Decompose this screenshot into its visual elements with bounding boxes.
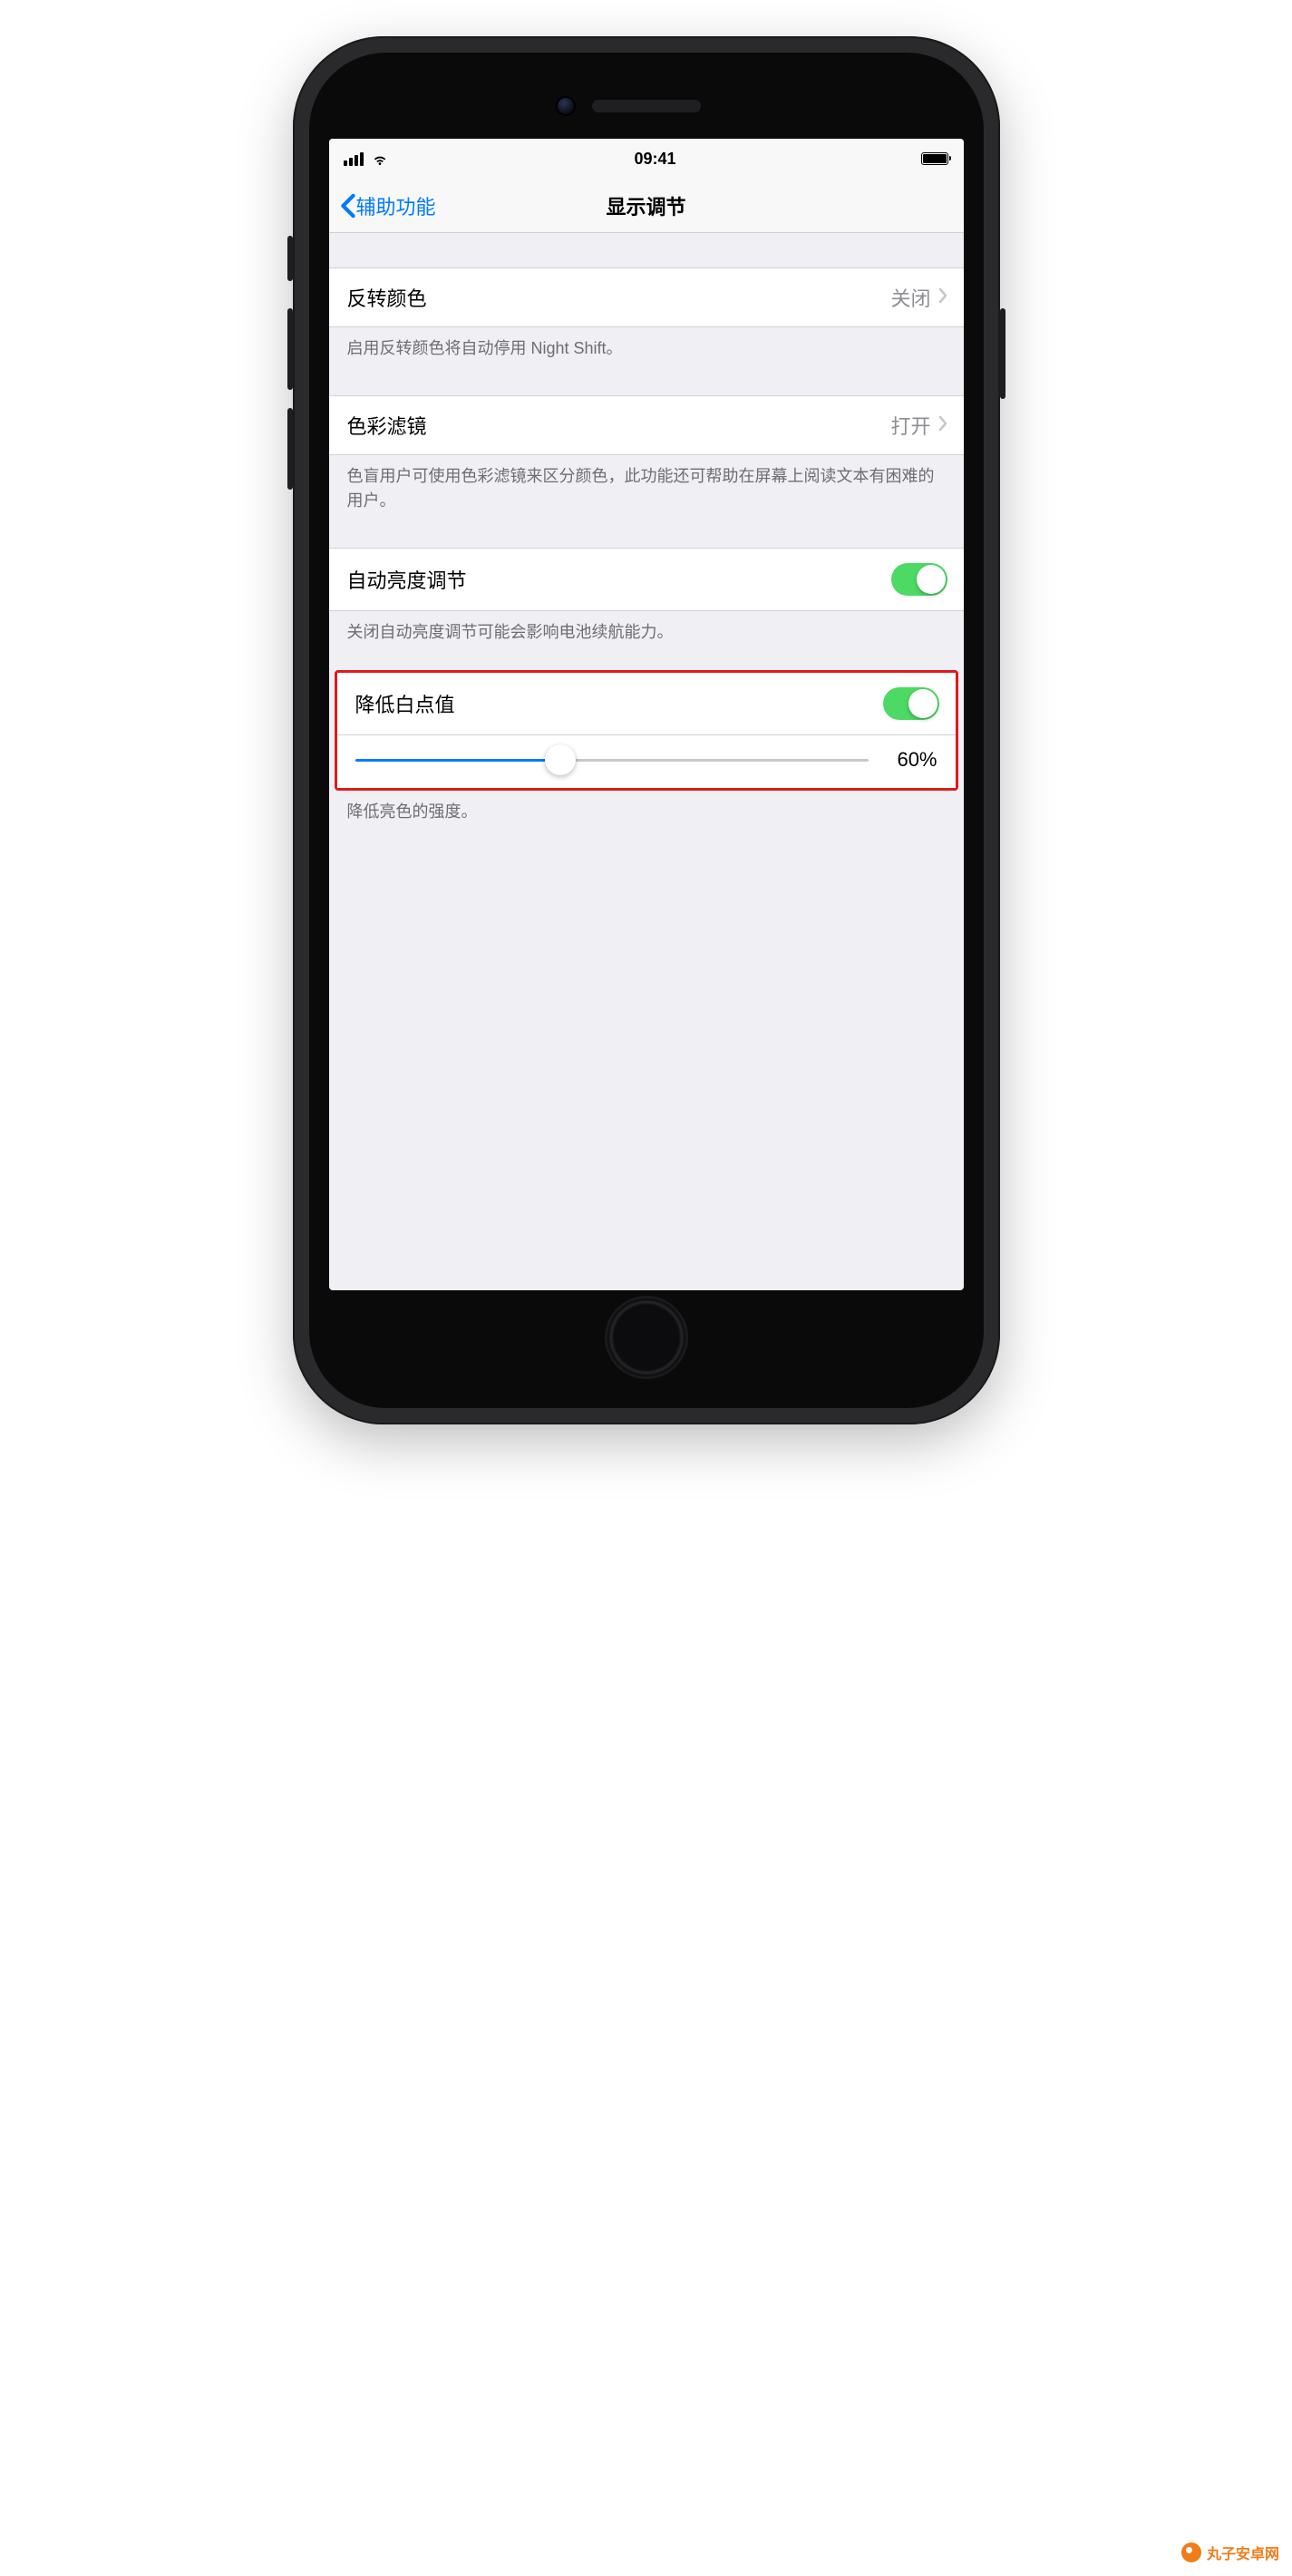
highlight-annotation: 降低白点值 60% bbox=[335, 670, 958, 791]
color-filters-value: 打开 bbox=[890, 411, 930, 440]
front-camera bbox=[556, 96, 576, 116]
battery-icon bbox=[921, 152, 948, 165]
status-bar: 09:41 bbox=[329, 139, 964, 179]
watermark-text: 丸子安卓网 bbox=[1207, 2542, 1279, 2563]
mute-switch bbox=[287, 236, 293, 281]
navigation-bar: 辅助功能 显示调节 bbox=[329, 179, 964, 233]
page-title: 显示调节 bbox=[606, 191, 685, 220]
auto-brightness-row: 自动亮度调节 bbox=[329, 548, 964, 611]
cellular-signal-icon bbox=[344, 152, 364, 166]
invert-colors-footer: 启用反转颜色将自动停用 Night Shift。 bbox=[329, 327, 964, 361]
reduce-white-point-row: 降低白点值 bbox=[337, 673, 956, 734]
invert-colors-value: 关闭 bbox=[890, 283, 930, 312]
back-label: 辅助功能 bbox=[356, 191, 436, 220]
chevron-left-icon bbox=[340, 193, 356, 219]
auto-brightness-footer: 关闭自动亮度调节可能会影响电池续航能力。 bbox=[329, 611, 964, 645]
wifi-icon bbox=[371, 150, 389, 168]
color-filters-row[interactable]: 色彩滤镜 打开 bbox=[329, 395, 964, 455]
status-time: 09:41 bbox=[634, 150, 675, 169]
watermark: 丸子安卓网 bbox=[1181, 2542, 1279, 2563]
chevron-right-icon bbox=[938, 287, 947, 308]
chevron-right-icon bbox=[938, 415, 947, 436]
white-point-value: 60% bbox=[883, 748, 937, 772]
color-filters-label: 色彩滤镜 bbox=[347, 411, 427, 440]
invert-colors-label: 反转颜色 bbox=[347, 283, 427, 312]
watermark-icon bbox=[1181, 2542, 1201, 2562]
screen: 09:41 辅助功能 显示调节 反转颜色 bbox=[329, 139, 964, 1290]
speaker-grille bbox=[592, 100, 701, 112]
back-button[interactable]: 辅助功能 bbox=[340, 191, 436, 220]
power-button bbox=[1000, 308, 1005, 399]
reduce-white-point-footer: 降低亮色的强度。 bbox=[329, 791, 964, 824]
slider-thumb[interactable] bbox=[545, 744, 576, 775]
color-filters-footer: 色盲用户可使用色彩滤镜来区分颜色，此功能还可帮助在屏幕上阅读文本有困难的用户。 bbox=[329, 455, 964, 513]
phone-frame: 09:41 辅助功能 显示调节 反转颜色 bbox=[293, 36, 1000, 1424]
auto-brightness-switch[interactable] bbox=[891, 563, 947, 596]
invert-colors-row[interactable]: 反转颜色 关闭 bbox=[329, 267, 964, 327]
white-point-slider[interactable] bbox=[355, 759, 869, 762]
home-button[interactable] bbox=[605, 1296, 688, 1379]
volume-down-button bbox=[287, 408, 293, 490]
volume-up-button bbox=[287, 308, 293, 390]
reduce-white-point-switch[interactable] bbox=[883, 687, 939, 720]
auto-brightness-label: 自动亮度调节 bbox=[347, 565, 467, 594]
reduce-white-point-label: 降低白点值 bbox=[355, 689, 455, 718]
white-point-slider-row: 60% bbox=[337, 734, 956, 788]
